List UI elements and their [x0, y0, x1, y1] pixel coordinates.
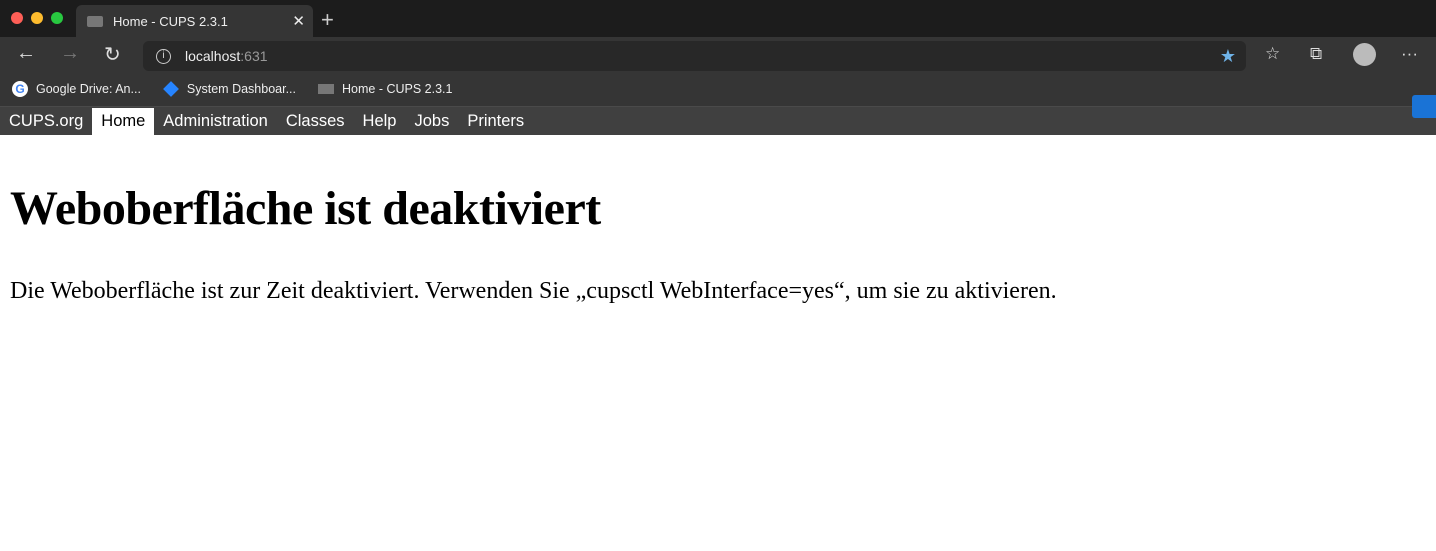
reload-icon[interactable]: ↻: [104, 42, 121, 67]
nav-help[interactable]: Help: [354, 107, 406, 135]
bookmark-label: Home - CUPS 2.3.1: [342, 81, 453, 96]
nav-home[interactable]: Home: [92, 108, 155, 135]
info-icon[interactable]: i: [156, 48, 171, 64]
address-bar[interactable]: i localhost:631 ★: [143, 41, 1246, 71]
browser-toolbar: ← → ↻ i localhost:631 ★ ☆ ⧉ ···: [0, 37, 1436, 71]
profile-avatar[interactable]: [1353, 43, 1376, 66]
favorites-list-icon[interactable]: ☆: [1265, 44, 1280, 64]
url-host: localhost: [185, 48, 241, 64]
bookmark-label: System Dashboar...: [186, 81, 296, 96]
collections-icon[interactable]: ⧉: [1310, 44, 1322, 64]
cups-nav: CUPS.org Home Administration Classes Hel…: [0, 107, 1436, 135]
maximize-window-button[interactable]: [51, 12, 63, 24]
nav-printers[interactable]: Printers: [458, 107, 533, 135]
minimize-window-button[interactable]: [31, 12, 43, 24]
favorite-star-icon[interactable]: ★: [1220, 46, 1236, 67]
google-icon: G: [12, 80, 28, 97]
nav-administration[interactable]: Administration: [154, 107, 277, 135]
bookmark-label: Google Drive: An...: [36, 81, 141, 96]
page-content: Weboberfläche ist deaktiviert Die Webobe…: [0, 181, 1436, 305]
bookmark-google-drive[interactable]: G Google Drive: An...: [12, 80, 141, 97]
forward-icon[interactable]: →: [60, 42, 80, 65]
cups-icon: [87, 15, 103, 27]
bookmarks-bar: G Google Drive: An... System Dashboar... …: [0, 71, 1436, 107]
jira-icon: [163, 80, 179, 97]
bookmark-system-dashboard[interactable]: System Dashboar...: [163, 80, 296, 97]
nav-jobs[interactable]: Jobs: [405, 107, 458, 135]
tab-title: Home - CUPS 2.3.1: [113, 13, 228, 29]
nav-cups-org[interactable]: CUPS.org: [0, 107, 92, 135]
back-icon[interactable]: ←: [16, 42, 36, 65]
more-menu-icon[interactable]: ···: [1401, 44, 1418, 64]
url-port: :631: [240, 48, 268, 64]
nav-classes[interactable]: Classes: [277, 107, 354, 135]
teamviewer-icon[interactable]: [1412, 95, 1436, 118]
browser-tab[interactable]: Home - CUPS 2.3.1 ✕: [76, 5, 313, 37]
new-tab-icon[interactable]: +: [321, 7, 334, 33]
page-title: Weboberfläche ist deaktiviert: [10, 182, 601, 235]
title-bar: Home - CUPS 2.3.1 ✕ +: [0, 0, 1436, 37]
close-tab-icon[interactable]: ✕: [292, 12, 305, 30]
page-message: Die Weboberfläche ist zur Zeit deaktivie…: [10, 278, 1057, 304]
close-window-button[interactable]: [11, 12, 23, 24]
cups-icon: [318, 83, 334, 94]
bookmark-cups-home[interactable]: Home - CUPS 2.3.1: [318, 82, 452, 96]
